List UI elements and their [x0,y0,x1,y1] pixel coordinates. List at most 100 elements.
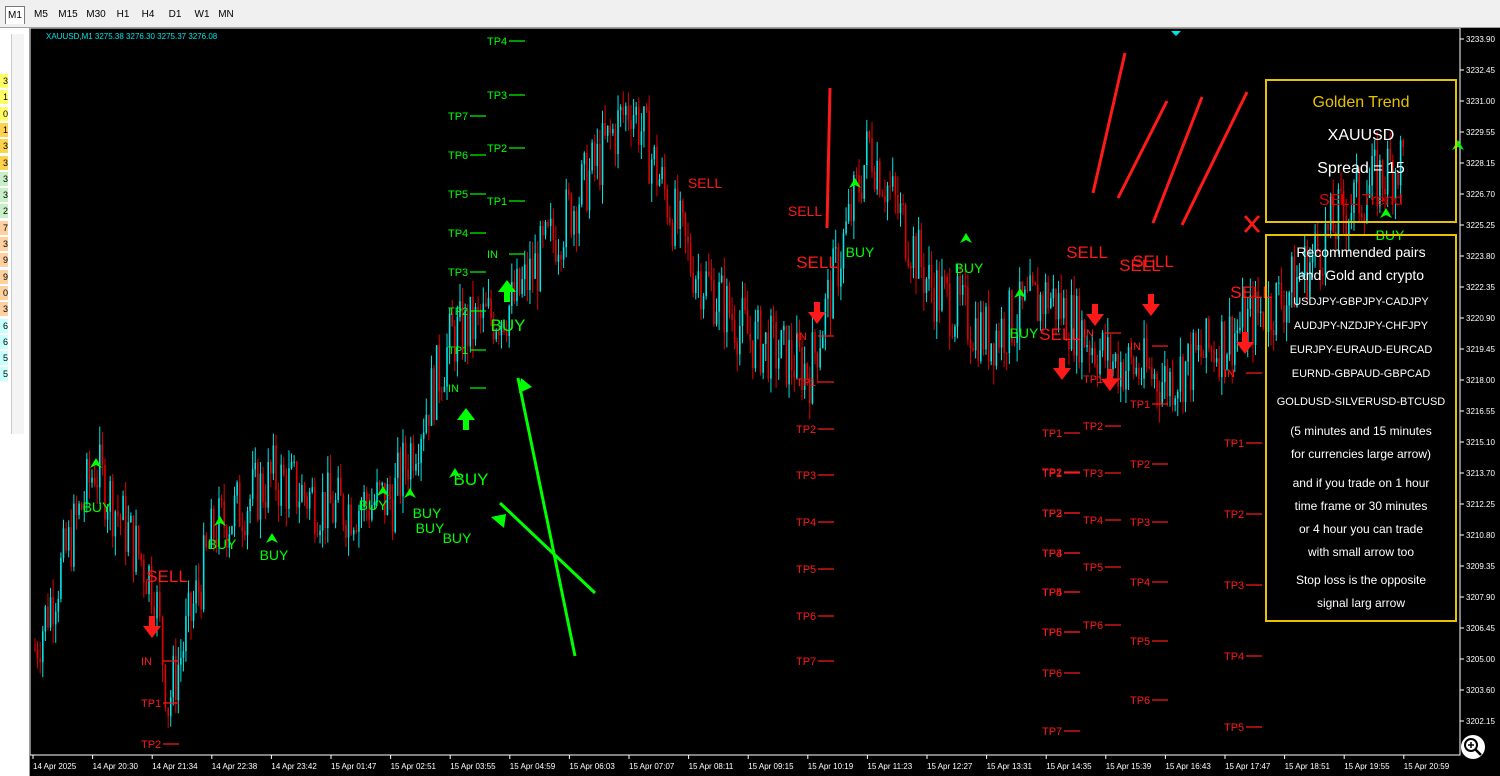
candle-body [1239,327,1241,331]
timeframe-w1[interactable]: W1 [192,6,212,24]
candle-body [324,492,327,529]
candle-body [1138,367,1140,379]
candle-body [625,106,627,115]
candle-body [1223,321,1226,370]
candle-body [886,185,889,203]
candle-body [1104,332,1107,361]
candle-body [303,484,306,497]
candle-body [233,495,236,527]
left-scrollbar[interactable] [11,34,24,434]
buy-signal-label: BUY [443,530,472,546]
zoom-icon[interactable] [1460,734,1486,760]
candle-body [175,655,177,701]
timeframe-mn[interactable]: MN [216,6,236,24]
candle-body [899,203,902,214]
candle-body [192,603,195,621]
info-line: signal larg arrow [1316,596,1406,610]
candle-body [560,254,562,260]
candle-body [951,335,954,337]
candle-body [314,487,316,534]
candle-body [1233,333,1236,366]
candle-body [1236,330,1239,334]
timeframe-h4[interactable]: H4 [138,6,158,24]
candle-body [1189,344,1192,390]
time-label: 15 Apr 09:15 [748,762,794,771]
level-label: TP2 [448,306,468,318]
candle-body [469,296,472,347]
time-label: 15 Apr 17:47 [1225,762,1271,771]
market-watch-cell: 0 [0,285,8,300]
price-chart[interactable]: 3233.90 3232.45 3231.00 3229.55 3228.15 3226.… [30,28,1500,776]
market-watch-cell: 3 [0,139,8,154]
candle-body [350,504,352,535]
candle-body [969,340,972,349]
candle-body [213,508,215,539]
candle-body [185,616,187,652]
candle-body [137,525,140,555]
sell-signal-label: SELL [788,203,822,219]
candle-body [404,442,407,470]
candle-body [529,258,531,291]
candle-body [749,333,751,341]
candle-body [568,189,570,195]
candle-body [788,340,790,385]
candle-body [114,511,117,537]
candle-body [122,495,124,520]
candle-body [767,332,770,379]
timeframe-m1[interactable]: M1 [5,6,25,24]
candle-body [521,279,523,294]
sell-signal-label: SELL [1066,243,1108,262]
info-line: for currencies large arrow) [1290,447,1432,461]
level-label: IN [141,656,152,668]
level-label: TP1 [487,196,507,208]
candle-body [617,110,619,155]
time-label: 15 Apr 14:35 [1046,762,1092,771]
candle-body [1096,363,1099,375]
timeframe-h1[interactable]: H1 [113,6,133,24]
candle-body [700,271,702,310]
candle-body [806,363,809,378]
timeframe-m5[interactable]: M5 [29,6,53,24]
candle-body [855,175,858,177]
candle-body [650,159,653,184]
candle-body [565,189,568,248]
plot-frame [30,28,1461,756]
candle-body [169,697,172,717]
candle-body [894,176,897,195]
candle-body [428,414,430,426]
candle-body [177,664,180,701]
time-label: 15 Apr 07:07 [629,762,675,771]
candle-body [1200,344,1202,357]
candle-body [544,221,547,236]
candle-body [117,511,119,516]
candle-body [244,530,246,536]
level-label: IN [448,383,459,395]
level-label: TP1 [448,345,468,357]
candle-body [249,498,251,512]
buy-signal-label: BUY [83,499,112,515]
candle-body [396,452,399,478]
candle-body [591,142,593,171]
candle-body [547,221,549,226]
candle-body [555,240,557,262]
candle-body [669,217,671,224]
candle-body [635,106,637,115]
candle-body [925,278,928,293]
timeframe-m30[interactable]: M30 [84,6,108,24]
candle-body [1179,356,1182,392]
buy-arrow-small [266,533,278,543]
candle-body [1088,345,1091,356]
candle-body [1081,320,1083,363]
timeframe-d1[interactable]: D1 [165,6,185,24]
price-label: 3207.90 [1466,593,1495,602]
candle-body [674,188,676,246]
timeframe-m15[interactable]: M15 [56,6,80,24]
time-label: 15 Apr 19:55 [1344,762,1390,771]
level-label: TP3 [1130,517,1150,529]
candle-body [1052,288,1055,299]
candle-body [640,131,643,145]
market-watch-cell: 2 [0,204,8,219]
candle-body [596,143,599,166]
level-label: TP2 [1042,508,1062,520]
candle-body [946,277,948,284]
